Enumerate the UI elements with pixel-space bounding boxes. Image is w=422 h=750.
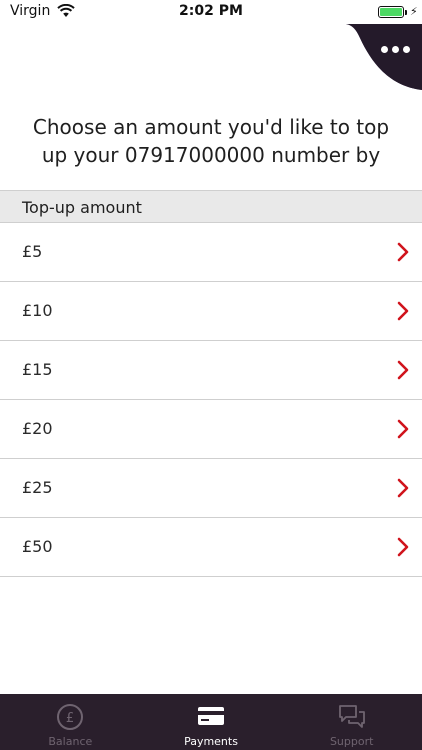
amount-row[interactable]: £20 — [0, 400, 422, 459]
amount-label: £10 — [22, 301, 53, 320]
chevron-right-icon — [397, 478, 409, 498]
page-title: Payments — [160, 35, 262, 59]
amount-label: £20 — [22, 419, 53, 438]
battery-nub — [405, 10, 407, 15]
chevron-right-icon — [397, 419, 409, 439]
more-options-button[interactable] — [372, 34, 418, 64]
amount-label: £15 — [22, 360, 53, 379]
chat-bubbles-icon — [338, 705, 365, 728]
more-dot-icon — [391, 45, 399, 53]
tab-label-balance: Balance — [48, 735, 93, 748]
header: Payments — [0, 24, 422, 96]
section-header: Top-up amount — [0, 190, 422, 223]
amount-label: £5 — [22, 242, 43, 261]
tab-payments[interactable]: Payments — [141, 694, 282, 750]
section-title: Top-up amount — [22, 198, 142, 217]
prompt-line-2: up your 07917000000 number by — [41, 143, 381, 167]
battery-icon — [378, 6, 404, 18]
card-icon — [198, 707, 224, 725]
amount-row[interactable]: £25 — [0, 459, 422, 518]
chevron-right-icon — [397, 360, 409, 380]
amount-label: £50 — [22, 537, 53, 556]
amount-row[interactable]: £50 — [0, 518, 422, 577]
amount-list: £5 £10 £15 £20 £25 £50 — [0, 223, 422, 577]
amount-row[interactable]: £5 — [0, 223, 422, 282]
more-dot-icon — [402, 45, 410, 53]
chevron-right-icon — [397, 301, 409, 321]
status-bar: Virgin 2:02 PM ⚡ — [0, 0, 422, 24]
status-time: 2:02 PM — [179, 3, 243, 19]
amount-row[interactable]: £10 — [0, 282, 422, 341]
pound-coin-icon: £ — [57, 704, 84, 730]
amount-label: £25 — [22, 478, 53, 497]
tab-support[interactable]: Support — [281, 694, 422, 750]
charging-bolt-icon: ⚡ — [410, 5, 418, 18]
prompt-line-1: Choose an amount you'd like to top — [32, 115, 390, 139]
top-up-prompt: Choose an amount you'd like to top up yo… — [20, 113, 402, 169]
chevron-right-icon — [397, 537, 409, 557]
tab-label-support: Support — [329, 735, 374, 748]
tab-label-payments: Payments — [184, 735, 238, 748]
tab-bar: £ Balance Payments Support — [0, 694, 422, 750]
chevron-right-icon — [397, 242, 409, 262]
more-dot-icon — [380, 45, 388, 53]
svg-text:£: £ — [66, 711, 74, 726]
amount-row[interactable]: £15 — [0, 341, 422, 400]
tab-balance[interactable]: £ Balance — [0, 694, 141, 750]
